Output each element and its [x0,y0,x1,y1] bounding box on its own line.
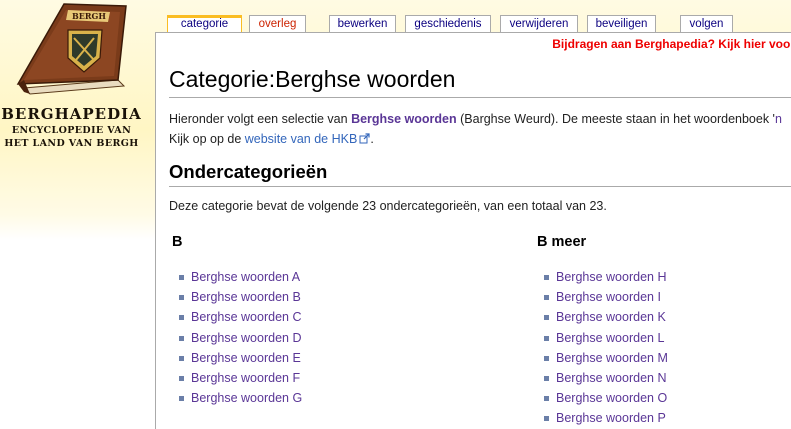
subcategory-link[interactable]: Berghse woorden F [191,371,300,385]
subcategory-link[interactable]: Berghse woorden H [556,270,666,284]
book-logo-icon: BERGH [16,3,127,95]
subcategory-link[interactable]: Berghse woorden D [191,331,301,345]
bullet-icon [544,416,549,422]
tab-geschiedenis[interactable]: geschiedenis [405,15,491,33]
tab-beveiligen[interactable]: beveiligen [587,15,656,33]
svg-text:BERGH: BERGH [72,11,106,21]
bullet-icon [544,315,549,321]
list-item: Berghse woorden M [537,348,791,368]
tab-bewerken[interactable]: bewerken [329,15,396,33]
tab-volgen[interactable]: volgen [680,15,733,33]
external-link-icon [359,133,370,144]
subcategory-link[interactable]: Berghse woorden E [191,351,301,365]
subcategory-link[interactable]: Berghse woorden C [191,310,301,324]
list-item: Berghse woorden D [172,328,472,348]
list-item: Berghse woorden G [172,388,472,408]
logo-title: BERGHAPEDIA [1,105,142,123]
title-divider [169,97,791,98]
tab-categorie[interactable]: categorie [167,15,242,33]
subcategory-link[interactable]: Berghse woorden I [556,290,661,304]
subcategory-link[interactable]: Berghse woorden N [556,371,666,385]
list-item: Berghse woorden A [172,267,472,287]
subcategory-link[interactable]: Berghse woorden P [556,411,666,425]
bullet-icon [544,335,549,341]
bullet-icon [179,315,184,321]
bullet-icon [544,355,549,361]
intro-paragraph: Hieronder volgt een selectie van Berghse… [169,109,782,149]
list-item: Berghse woorden O [537,388,791,408]
logo-subtitle-line2: HET LAND VAN BERGH [4,138,139,149]
subcategory-list: Berghse woorden A Berghse woorden B Berg… [172,267,472,408]
woordenboek-link[interactable]: n [775,112,782,126]
subcategory-link[interactable]: Berghse woorden O [556,391,667,405]
bullet-icon [179,275,184,280]
subcategory-list: Berghse woorden H Berghse woorden I Berg… [537,267,791,429]
bullet-icon [544,375,549,381]
list-item: Berghse woorden H [537,267,791,287]
subcategory-column-b-meer: B meer Berghse woorden H Berghse woorden… [537,234,791,429]
intro-line2-text: Kijk op op de [169,132,245,146]
list-item: Berghse woorden L [537,328,791,348]
bullet-icon [179,396,184,402]
intro-line2-end: . [370,132,374,146]
bullet-icon [179,335,184,341]
bullet-icon [544,396,549,402]
section-divider [169,186,791,187]
subcategory-link[interactable]: Berghse woorden A [191,270,300,284]
bullet-icon [179,295,184,301]
list-item: Berghse woorden B [172,287,472,307]
subcategories-heading: Ondercategorieën [169,161,328,182]
tab-overleg[interactable]: overleg [249,15,306,33]
logo-subtitle-line1: ENCYCLOPEDIE VAN [11,125,132,136]
column-heading: B [172,234,183,250]
list-item: Berghse woorden P [537,408,791,428]
subcategory-link[interactable]: Berghse woorden B [191,290,301,304]
bullet-icon [544,275,549,280]
site-logo[interactable]: BERGH BERGHAPEDIA ENCYCLOPEDIE VAN HET L… [0,0,155,160]
intro-text-continued: (Barghse Weurd). De meeste staan in het … [456,112,775,126]
page-title: Categorie:Berghse woorden [169,66,456,92]
intro-text: Hieronder volgt een selectie van [169,112,352,126]
subcategory-count: Deze categorie bevat de volgende 23 onde… [169,199,607,213]
subcategory-link[interactable]: Berghse woorden M [556,351,668,365]
bullet-icon [179,375,184,381]
tab-verwijderen[interactable]: verwijderen [500,15,578,33]
berghse-woorden-link[interactable]: Berghse woorden [351,112,457,126]
bullet-icon [179,355,184,361]
column-heading: B meer [537,234,587,250]
subcategory-column-b: B Berghse woorden A Berghse woorden B Be… [172,234,472,408]
list-item: Berghse woorden K [537,307,791,327]
list-item: Berghse woorden E [172,348,472,368]
content-panel: Bijdragen aan Berghapedia? Kijk hier voo… [155,32,791,429]
list-item: Berghse woorden C [172,307,472,327]
bullet-icon [544,295,549,301]
site-notice[interactable]: Bijdragen aan Berghapedia? Kijk hier voo… [552,37,791,51]
list-item: Berghse woorden I [537,287,791,307]
list-item: Berghse woorden F [172,368,472,388]
hkb-website-link[interactable]: website van de HKB [245,132,358,146]
subcategory-link[interactable]: Berghse woorden L [556,331,664,345]
subcategory-link[interactable]: Berghse woorden K [556,310,666,324]
list-item: Berghse woorden N [537,368,791,388]
subcategory-link[interactable]: Berghse woorden G [191,391,302,405]
